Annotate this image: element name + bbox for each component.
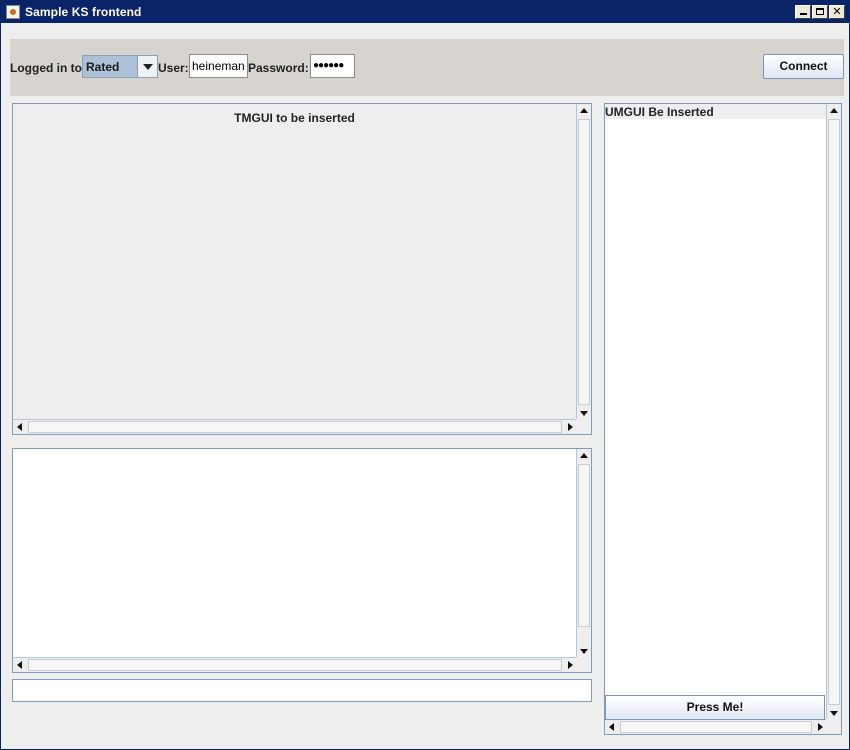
press-me-button[interactable]: Press Me!	[605, 695, 825, 720]
scroll-thumb[interactable]	[620, 721, 812, 733]
output-vertical-scrollbar[interactable]	[576, 449, 591, 658]
umgui-panel: UMGUI Be Inserted	[604, 103, 842, 735]
app-window: Sample KS frontend ✕ Logged in to: Rated…	[0, 0, 850, 750]
scroll-corner	[576, 657, 591, 672]
maximize-icon	[816, 8, 824, 15]
server-select-value: Rated	[86, 60, 120, 74]
umgui-placeholder-label: UMGUI Be Inserted	[605, 104, 826, 119]
minimize-icon	[799, 13, 807, 15]
tmgui-vertical-scrollbar[interactable]	[576, 104, 591, 420]
connect-button[interactable]: Connect	[763, 54, 844, 79]
scroll-right-icon[interactable]	[563, 420, 577, 434]
command-input[interactable]	[12, 679, 592, 702]
minimize-button[interactable]	[795, 5, 811, 19]
scroll-down-icon[interactable]	[827, 706, 841, 720]
maximize-button[interactable]	[812, 5, 828, 19]
scroll-down-icon[interactable]	[577, 644, 591, 658]
close-icon: ✕	[832, 5, 842, 18]
scroll-thumb[interactable]	[28, 421, 562, 433]
scroll-up-icon[interactable]	[827, 104, 841, 118]
scroll-right-icon[interactable]	[813, 720, 827, 734]
tmgui-placeholder-label: TMGUI to be inserted	[234, 111, 355, 125]
scroll-thumb[interactable]	[828, 119, 840, 705]
user-field[interactable]: heineman	[189, 54, 248, 78]
close-button[interactable]: ✕	[829, 5, 845, 19]
tmgui-horizontal-scrollbar[interactable]	[13, 419, 577, 434]
scroll-left-icon[interactable]	[605, 720, 619, 734]
scroll-corner	[826, 719, 841, 734]
output-horizontal-scrollbar[interactable]	[13, 657, 577, 672]
tmgui-panel: TMGUI to be inserted	[12, 103, 592, 435]
chevron-down-icon[interactable]	[137, 56, 157, 77]
server-select[interactable]: Rated	[82, 55, 158, 78]
scroll-up-icon[interactable]	[577, 449, 591, 463]
scroll-thumb[interactable]	[578, 464, 590, 627]
scroll-thumb[interactable]	[578, 119, 590, 405]
password-field[interactable]: ●●●●●●	[310, 54, 355, 78]
user-label: User:	[158, 61, 189, 75]
password-label: Password:	[248, 61, 309, 75]
scroll-corner	[576, 419, 591, 434]
scroll-right-icon[interactable]	[563, 658, 577, 672]
connection-toolbar: Logged in to: Rated User: heineman Passw…	[10, 39, 844, 96]
java-app-icon	[6, 5, 20, 19]
umgui-vertical-scrollbar[interactable]	[826, 104, 841, 720]
title-bar[interactable]: Sample KS frontend ✕	[1, 1, 849, 23]
scroll-thumb[interactable]	[28, 659, 562, 671]
scroll-left-icon[interactable]	[13, 658, 27, 672]
scroll-up-icon[interactable]	[577, 104, 591, 118]
scroll-down-icon[interactable]	[577, 406, 591, 420]
output-text-area[interactable]	[12, 448, 592, 673]
window-title: Sample KS frontend	[25, 5, 142, 19]
logged-in-label: Logged in to:	[10, 61, 86, 75]
umgui-horizontal-scrollbar[interactable]	[605, 719, 827, 734]
scroll-left-icon[interactable]	[13, 420, 27, 434]
